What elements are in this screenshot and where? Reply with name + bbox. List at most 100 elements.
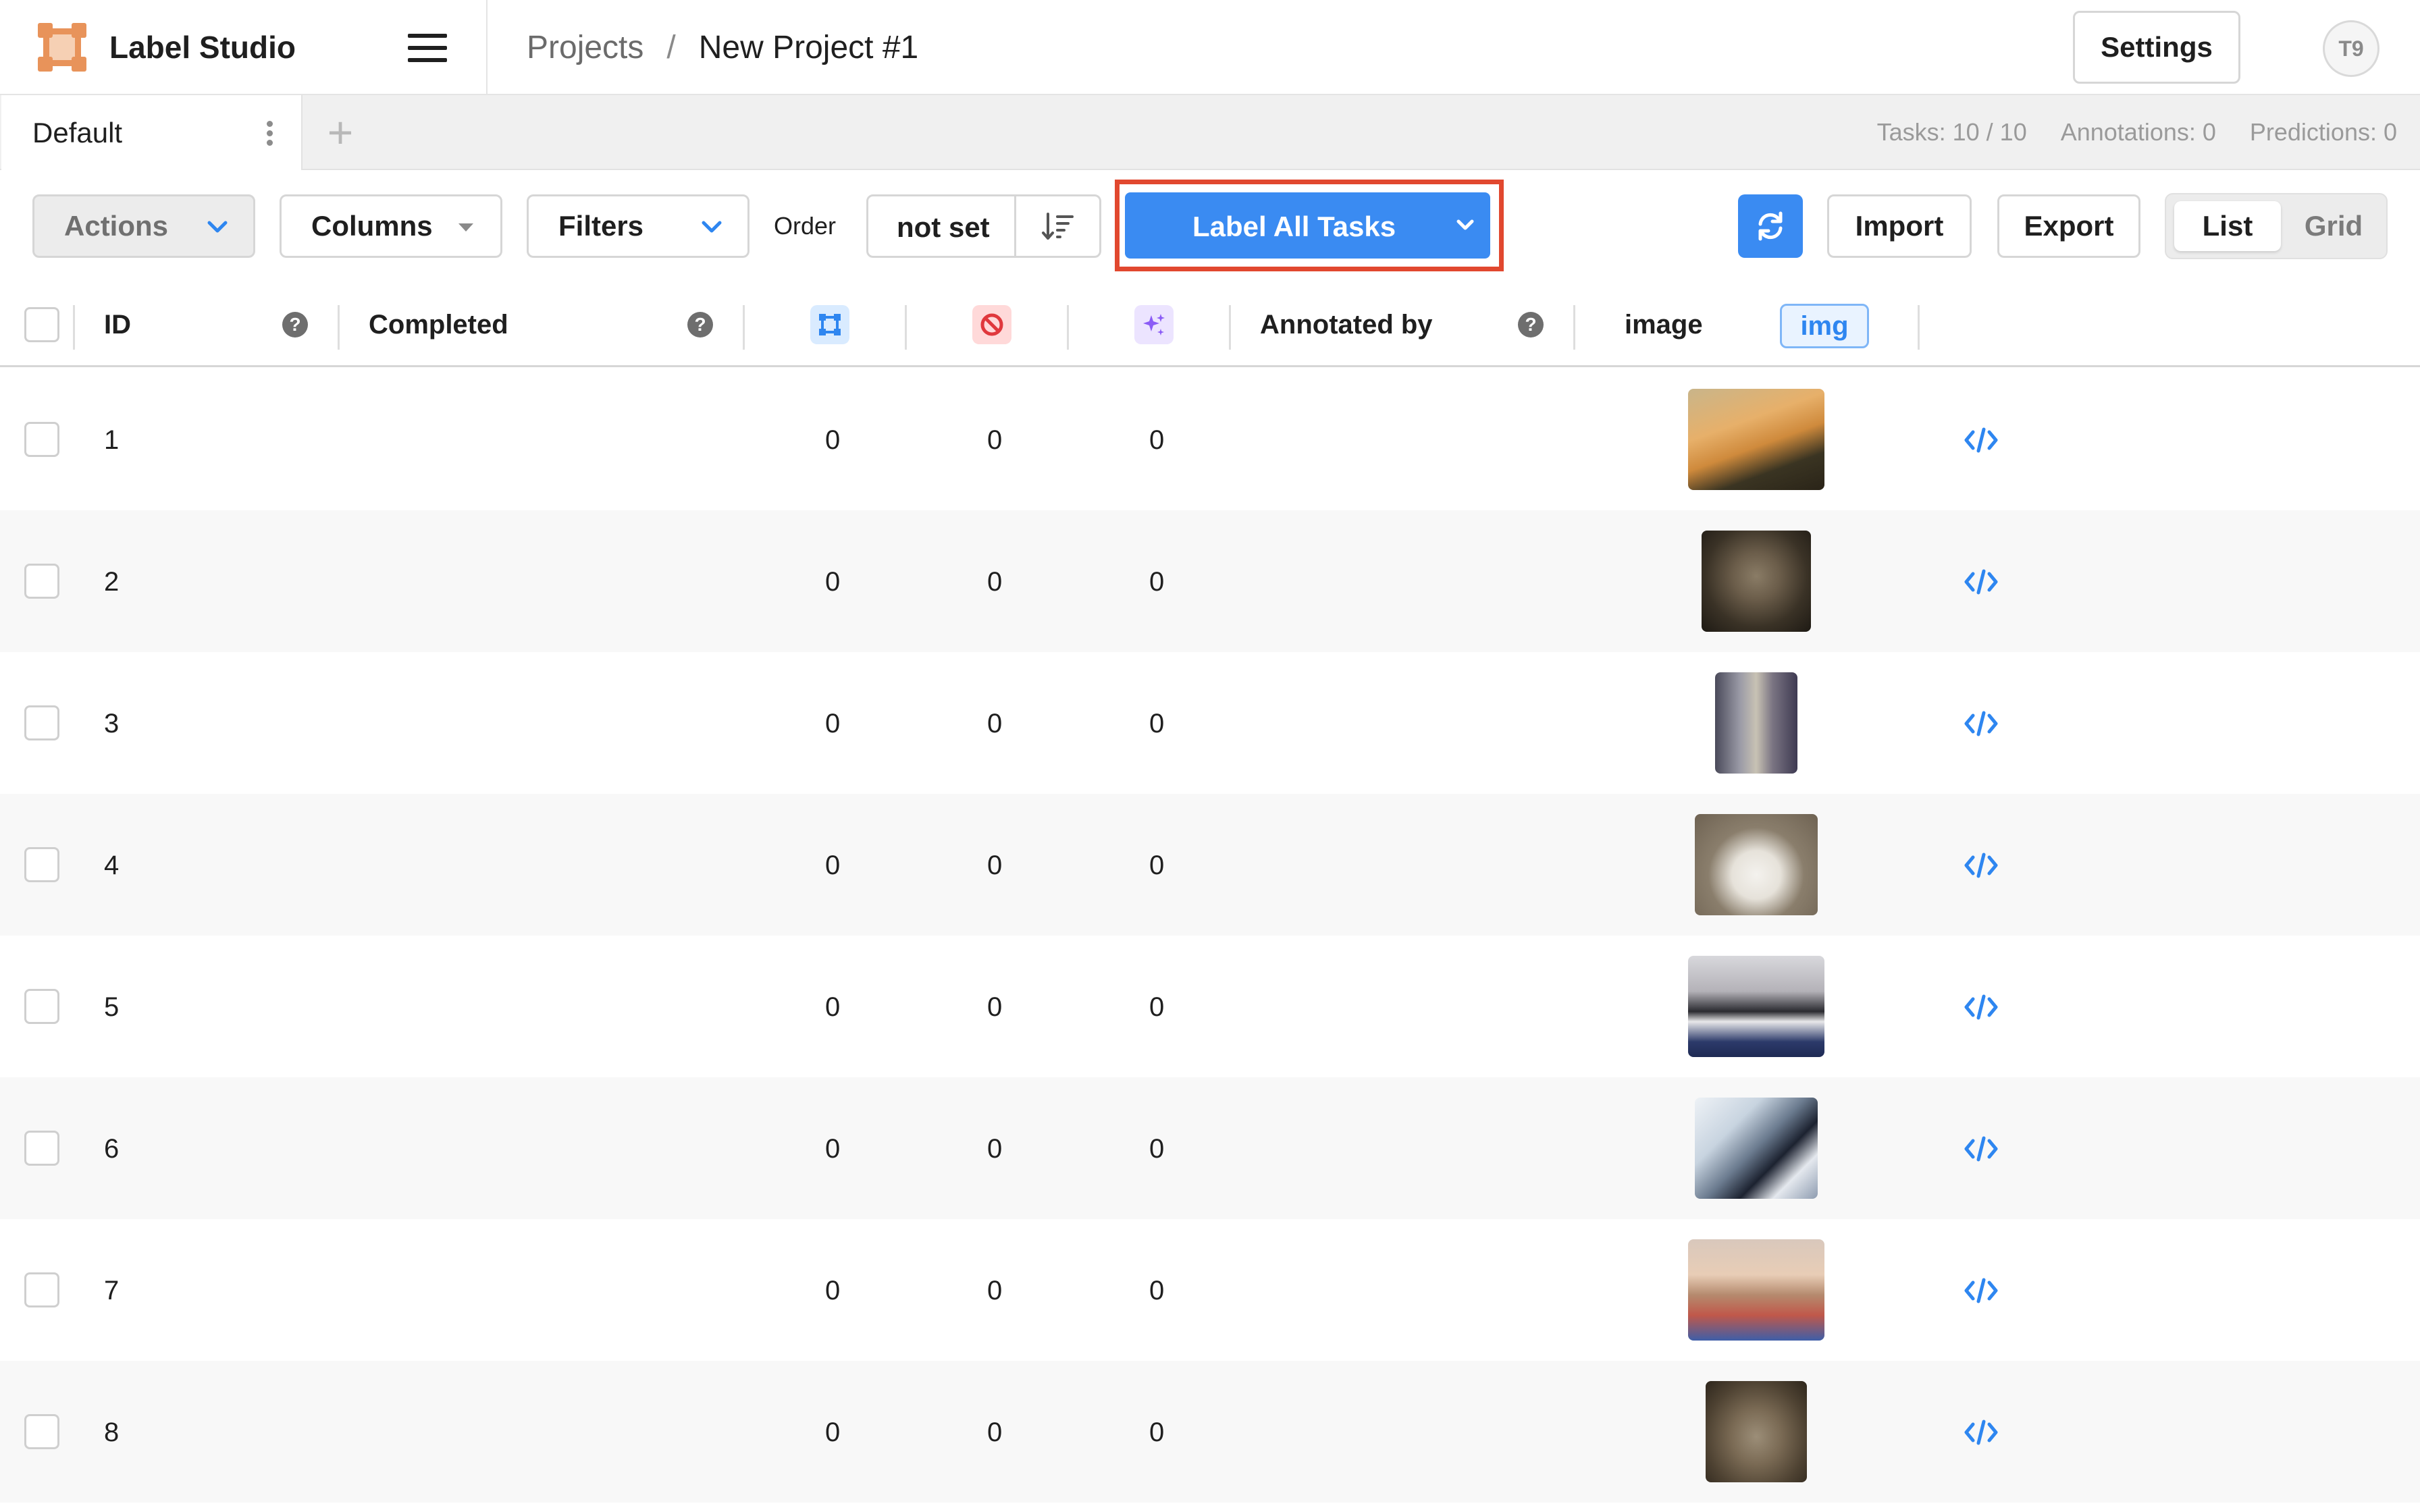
actions-label: Actions <box>64 210 169 242</box>
label-all-tasks-button[interactable]: Label All Tasks <box>1125 192 1490 259</box>
code-view-icon[interactable] <box>1964 427 1999 454</box>
hamburger-menu-icon[interactable] <box>408 34 447 62</box>
task-id: 5 <box>104 992 120 1022</box>
image-thumbnail[interactable] <box>1695 1098 1818 1199</box>
row-checkbox[interactable] <box>24 989 59 1024</box>
table-row[interactable]: 3 0 0 0 <box>0 652 2420 794</box>
annotations-icon <box>810 305 849 344</box>
code-view-icon[interactable] <box>1964 1135 1999 1162</box>
annotations-count: 0 <box>825 567 841 597</box>
completed-help-icon[interactable]: ? <box>687 282 713 367</box>
project-stats: Tasks: 10 / 10 Annotations: 0 Prediction… <box>1877 118 2397 146</box>
cancelled-count: 0 <box>987 1276 1003 1305</box>
column-annotated-by[interactable]: Annotated by <box>1260 282 1433 367</box>
image-thumbnail[interactable] <box>1688 389 1824 490</box>
breadcrumb-projects-link[interactable]: Projects <box>527 29 643 66</box>
annotations-count: 0 <box>825 709 841 738</box>
caret-down-icon <box>458 223 473 232</box>
cancelled-count: 0 <box>987 1418 1003 1447</box>
columns-dropdown[interactable]: Columns <box>280 194 502 258</box>
image-thumbnail[interactable] <box>1715 672 1797 774</box>
image-thumbnail[interactable] <box>1706 1381 1807 1482</box>
predictions-count: 0 <box>1149 1276 1165 1305</box>
select-all-checkbox[interactable] <box>24 282 59 367</box>
annotations-count: 0 <box>825 850 841 880</box>
row-checkbox[interactable] <box>24 1272 59 1307</box>
table-header: ID ? Completed ? Annotated by ? image im… <box>0 282 2420 367</box>
export-button[interactable]: Export <box>1997 194 2140 258</box>
column-cancelled[interactable] <box>972 282 1011 367</box>
breadcrumb: Projects / New Project #1 <box>527 24 918 70</box>
task-id: 7 <box>104 1276 120 1305</box>
predictions-count: 0 <box>1149 1418 1165 1447</box>
add-tab-icon[interactable]: + <box>323 110 358 155</box>
cancelled-count: 0 <box>987 567 1003 597</box>
task-id: 6 <box>104 1134 120 1164</box>
table-row[interactable]: 1 0 0 0 <box>0 369 2420 510</box>
image-thumbnail[interactable] <box>1688 1239 1824 1341</box>
order-control: not set <box>866 194 1101 258</box>
import-button[interactable]: Import <box>1827 194 1972 258</box>
code-view-icon[interactable] <box>1964 1419 1999 1446</box>
row-checkbox[interactable] <box>24 1414 59 1449</box>
annotations-count: Annotations: 0 <box>2060 118 2216 146</box>
task-id: 4 <box>104 850 120 880</box>
predictions-icon <box>1134 305 1174 344</box>
code-view-icon[interactable] <box>1964 710 1999 737</box>
row-checkbox[interactable] <box>24 564 59 599</box>
refresh-button[interactable] <box>1738 194 1803 258</box>
code-view-icon[interactable] <box>1964 994 1999 1021</box>
brand[interactable]: Label Studio <box>38 23 296 72</box>
tasks-count: Tasks: 10 / 10 <box>1876 118 2027 146</box>
chevron-down-icon[interactable] <box>1454 215 1477 236</box>
predictions-count: 0 <box>1149 850 1165 880</box>
list-view-button[interactable]: List <box>2174 201 2281 251</box>
column-annotations[interactable] <box>810 282 849 367</box>
table-row[interactable]: 4 0 0 0 <box>0 794 2420 936</box>
annotated-by-help-icon[interactable]: ? <box>1518 282 1544 367</box>
user-avatar[interactable]: T9 <box>2323 20 2379 77</box>
sort-direction-icon[interactable] <box>1041 211 1075 242</box>
cancelled-count: 0 <box>987 709 1003 738</box>
chevron-down-icon <box>207 221 228 233</box>
actions-dropdown[interactable]: Actions <box>32 194 255 258</box>
row-checkbox[interactable] <box>24 705 59 740</box>
column-completed[interactable]: Completed <box>369 282 508 367</box>
filters-dropdown[interactable]: Filters <box>527 194 749 258</box>
column-id[interactable]: ID <box>104 282 131 367</box>
table-row[interactable]: 5 0 0 0 <box>0 936 2420 1077</box>
table-row[interactable]: 6 0 0 0 <box>0 1077 2420 1219</box>
cancelled-count: 0 <box>987 1134 1003 1164</box>
image-thumbnail[interactable] <box>1695 814 1818 915</box>
order-select[interactable]: not set <box>897 211 990 244</box>
cancelled-count: 0 <box>987 425 1003 455</box>
tab-default[interactable]: Default <box>1 95 302 170</box>
header-divider <box>486 0 488 95</box>
table-row[interactable]: 8 0 0 0 <box>0 1361 2420 1503</box>
image-thumbnail[interactable] <box>1688 956 1824 1057</box>
table-row[interactable]: 2 0 0 0 <box>0 510 2420 652</box>
id-help-icon[interactable]: ? <box>282 282 308 367</box>
predictions-count: Predictions: 0 <box>2249 118 2397 146</box>
tab-options-icon[interactable] <box>265 119 274 146</box>
image-type-tag: img <box>1780 304 1869 348</box>
column-image[interactable]: image <box>1625 282 1703 367</box>
image-thumbnail[interactable] <box>1702 531 1811 632</box>
filters-label: Filters <box>558 210 644 242</box>
code-view-icon[interactable] <box>1964 1277 1999 1304</box>
annotations-count: 0 <box>825 992 841 1022</box>
label-studio-logo-icon <box>38 23 86 72</box>
column-predictions[interactable] <box>1134 282 1174 367</box>
predictions-count: 0 <box>1149 709 1165 738</box>
row-checkbox[interactable] <box>24 847 59 882</box>
task-id: 8 <box>104 1418 120 1447</box>
code-view-icon[interactable] <box>1964 568 1999 595</box>
code-view-icon[interactable] <box>1964 852 1999 879</box>
grid-view-button[interactable]: Grid <box>2286 201 2381 251</box>
predictions-count: 0 <box>1149 425 1165 455</box>
cancelled-icon <box>972 305 1011 344</box>
row-checkbox[interactable] <box>24 1131 59 1166</box>
table-row[interactable]: 7 0 0 0 <box>0 1219 2420 1361</box>
settings-button[interactable]: Settings <box>2073 11 2240 84</box>
row-checkbox[interactable] <box>24 422 59 457</box>
